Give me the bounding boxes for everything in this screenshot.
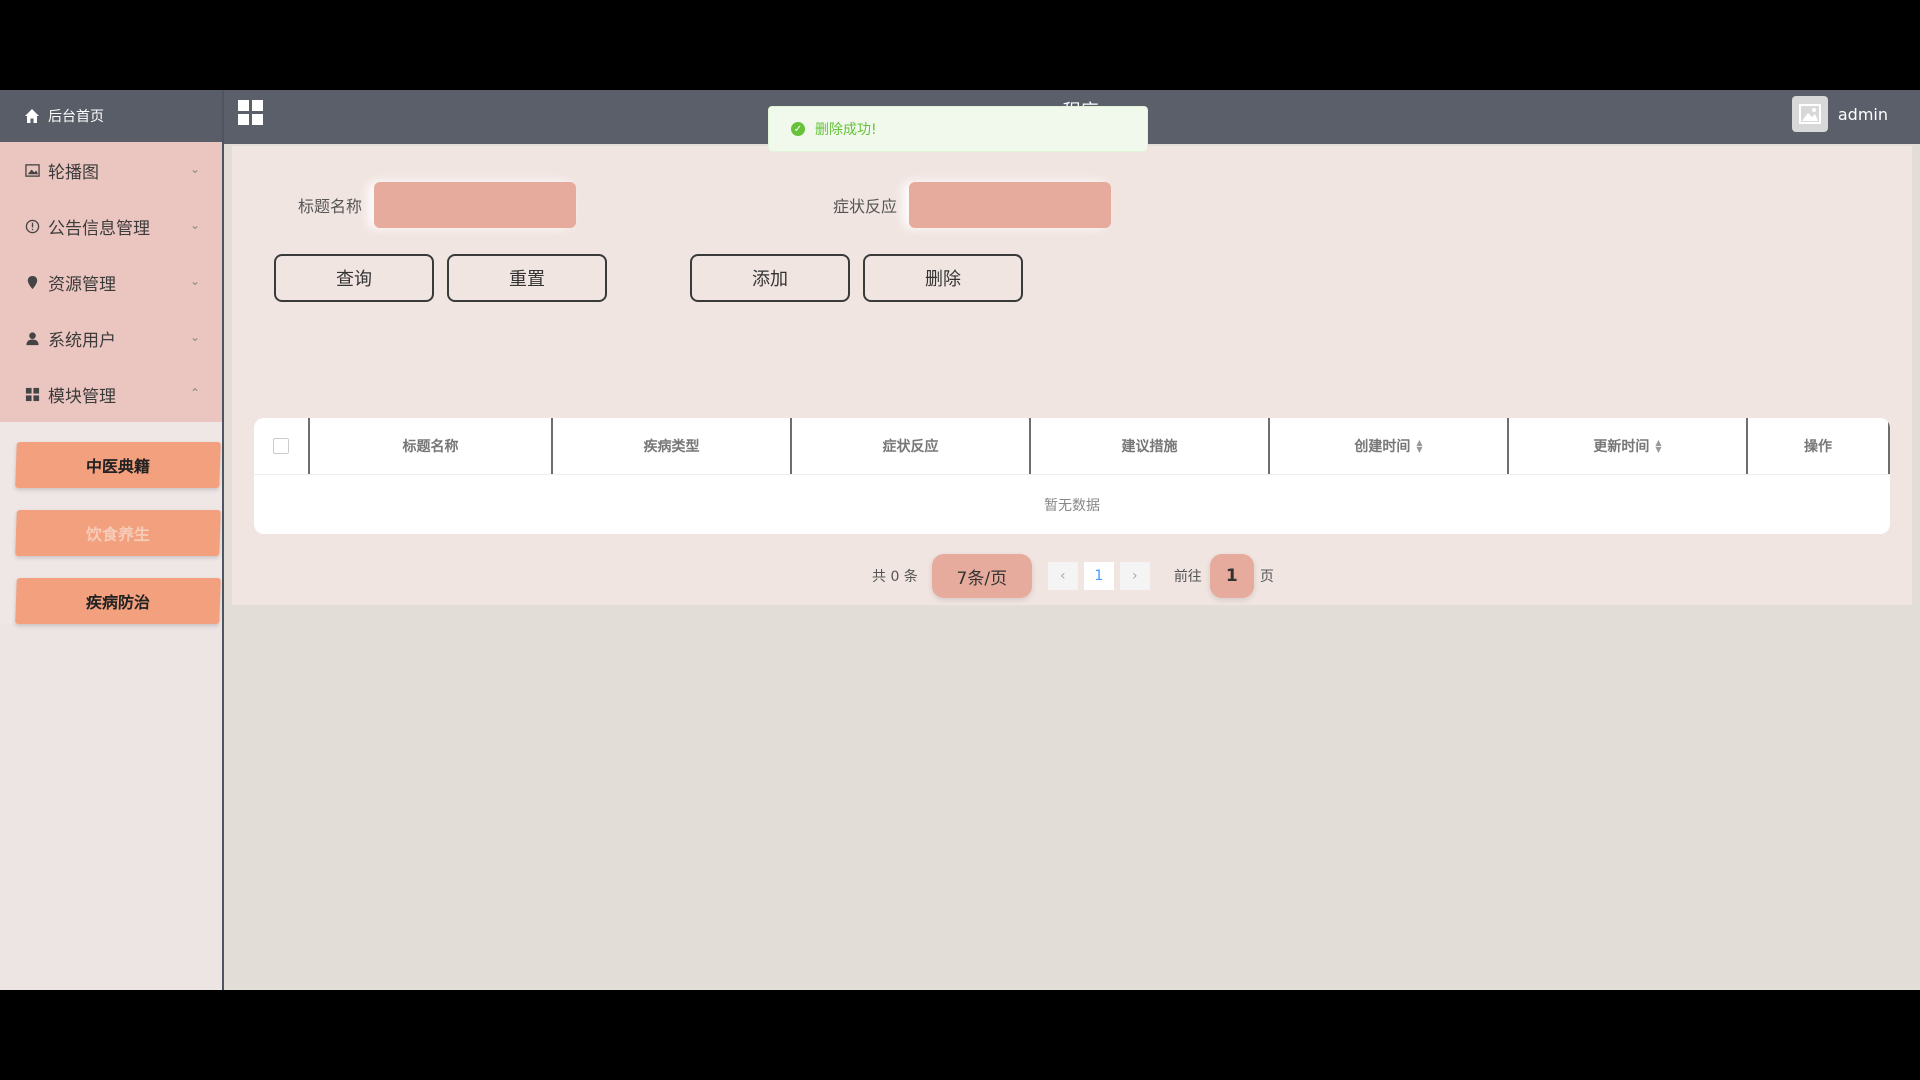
chevron-down-icon: ⌄ — [189, 162, 200, 176]
sidebar-item-carousel[interactable]: 轮播图 ⌄ — [0, 142, 222, 198]
sidebar-item-announcement[interactable]: 公告信息管理 ⌄ — [0, 198, 222, 254]
user-icon — [24, 330, 40, 346]
reset-button[interactable]: 重置 — [447, 254, 607, 302]
submenu-item-disease-prevention[interactable]: 疾病防治 — [15, 578, 221, 624]
current-page[interactable]: 1 — [1083, 562, 1114, 590]
submenu-item-tcm-classics[interactable]: 中医典籍 — [15, 442, 221, 488]
grid-icon — [24, 386, 40, 402]
chevron-up-icon: ⌃ — [189, 386, 200, 400]
column-header-advice: 建议措施 — [1029, 418, 1268, 474]
chevron-down-icon: ⌄ — [189, 274, 200, 288]
column-header-disease-type: 疾病类型 — [551, 418, 790, 474]
image-icon — [24, 162, 40, 178]
delete-button[interactable]: 删除 — [863, 254, 1023, 302]
sidebar-item-label: 系统用户 — [48, 330, 116, 351]
toast-message: 删除成功! — [815, 122, 877, 138]
submenu-item-diet-health[interactable]: 饮食养生 — [15, 510, 221, 556]
goto-label: 前往 — [1173, 569, 1202, 585]
user-menu[interactable]: admin — [1791, 94, 1888, 134]
sidebar-item-label: 公告信息管理 — [48, 218, 150, 239]
title-search-label: 标题名称 — [298, 197, 363, 216]
search-symptom-group: 症状反应 — [833, 182, 1112, 228]
page-size-select[interactable]: 7条/页 — [931, 554, 1032, 598]
sidebar-home[interactable]: 后台首页 — [0, 90, 222, 142]
select-all-checkbox[interactable] — [273, 438, 289, 454]
prev-page-icon[interactable]: ‹ — [1047, 562, 1078, 590]
page-suffix: 页 — [1259, 569, 1274, 585]
column-header-symptom: 症状反应 — [790, 418, 1029, 474]
check-circle-icon: ✓ — [791, 122, 805, 136]
symptom-search-input[interactable] — [909, 182, 1112, 228]
symptom-search-label: 症状反应 — [833, 197, 898, 216]
data-table: 标题名称 疾病类型 症状反应 建议措施 创建时间 ▲ ▼ 更新时间 ▲ ▼ 操作 暂无数… — [254, 418, 1890, 534]
sort-icon[interactable]: ▲ ▼ — [1655, 439, 1661, 454]
sidebar-item-label: 模块管理 — [48, 386, 116, 407]
column-header-title: 标题名称 — [308, 418, 551, 474]
sidebar-home-label: 后台首页 — [48, 109, 104, 125]
avatar[interactable] — [1791, 96, 1828, 132]
sidebar-item-label: 轮播图 — [48, 162, 99, 183]
select-all-cell — [254, 418, 308, 474]
main-content: 标题名称 症状反应 查询 重置 添加 删除 标题名称 疾病类型 症状反应 建议措… — [232, 146, 1912, 605]
sidebar: 后台首页 轮播图 ⌄ 公告信息管理 ⌄ 资源管理 ⌄ 系统用户 ⌄ 模块管理 ⌃… — [0, 90, 224, 990]
column-header-updated-time[interactable]: 更新时间 ▲ ▼ — [1507, 418, 1746, 474]
home-icon — [25, 109, 39, 123]
module-submenu: 中医典籍 饮食养生 疾病防治 — [0, 422, 222, 624]
sidebar-item-resources[interactable]: 资源管理 ⌄ — [0, 254, 222, 310]
table-header: 标题名称 疾病类型 症状反应 建议措施 创建时间 ▲ ▼ 更新时间 ▲ ▼ 操作 — [254, 418, 1890, 475]
pagination: 共 0 条 7条/页 ‹ 1 › 前往 1 页 — [872, 554, 1274, 598]
add-button[interactable]: 添加 — [690, 254, 850, 302]
success-toast: ✓ 删除成功! — [768, 106, 1148, 152]
app-window: 后台首页 轮播图 ⌄ 公告信息管理 ⌄ 资源管理 ⌄ 系统用户 ⌄ 模块管理 ⌃… — [0, 90, 1920, 990]
title-search-input[interactable] — [374, 182, 577, 228]
column-header-actions: 操作 — [1746, 418, 1890, 474]
pager: ‹ 1 › — [1047, 562, 1150, 590]
chevron-down-icon: ⌄ — [189, 330, 200, 344]
sidebar-item-label: 资源管理 — [48, 274, 116, 295]
empty-state: 暂无数据 — [1044, 498, 1100, 514]
sidebar-item-modules[interactable]: 模块管理 ⌃ — [0, 366, 222, 422]
info-icon — [24, 218, 40, 234]
next-page-icon[interactable]: › — [1119, 562, 1150, 590]
username: admin — [1837, 104, 1888, 124]
location-icon — [24, 274, 40, 290]
column-header-created-time[interactable]: 创建时间 ▲ ▼ — [1268, 418, 1507, 474]
sidebar-item-system-users[interactable]: 系统用户 ⌄ — [0, 310, 222, 366]
sort-icon[interactable]: ▲ ▼ — [1416, 439, 1422, 454]
search-title-group: 标题名称 — [298, 182, 577, 228]
query-button[interactable]: 查询 — [274, 254, 434, 302]
goto-page-input[interactable]: 1 — [1209, 554, 1254, 598]
total-count: 共 0 条 — [872, 569, 918, 585]
chevron-down-icon: ⌄ — [189, 218, 200, 232]
image-placeholder-icon — [1798, 104, 1821, 124]
sidebar-menu: 轮播图 ⌄ 公告信息管理 ⌄ 资源管理 ⌄ 系统用户 ⌄ 模块管理 ⌃ — [0, 142, 222, 422]
